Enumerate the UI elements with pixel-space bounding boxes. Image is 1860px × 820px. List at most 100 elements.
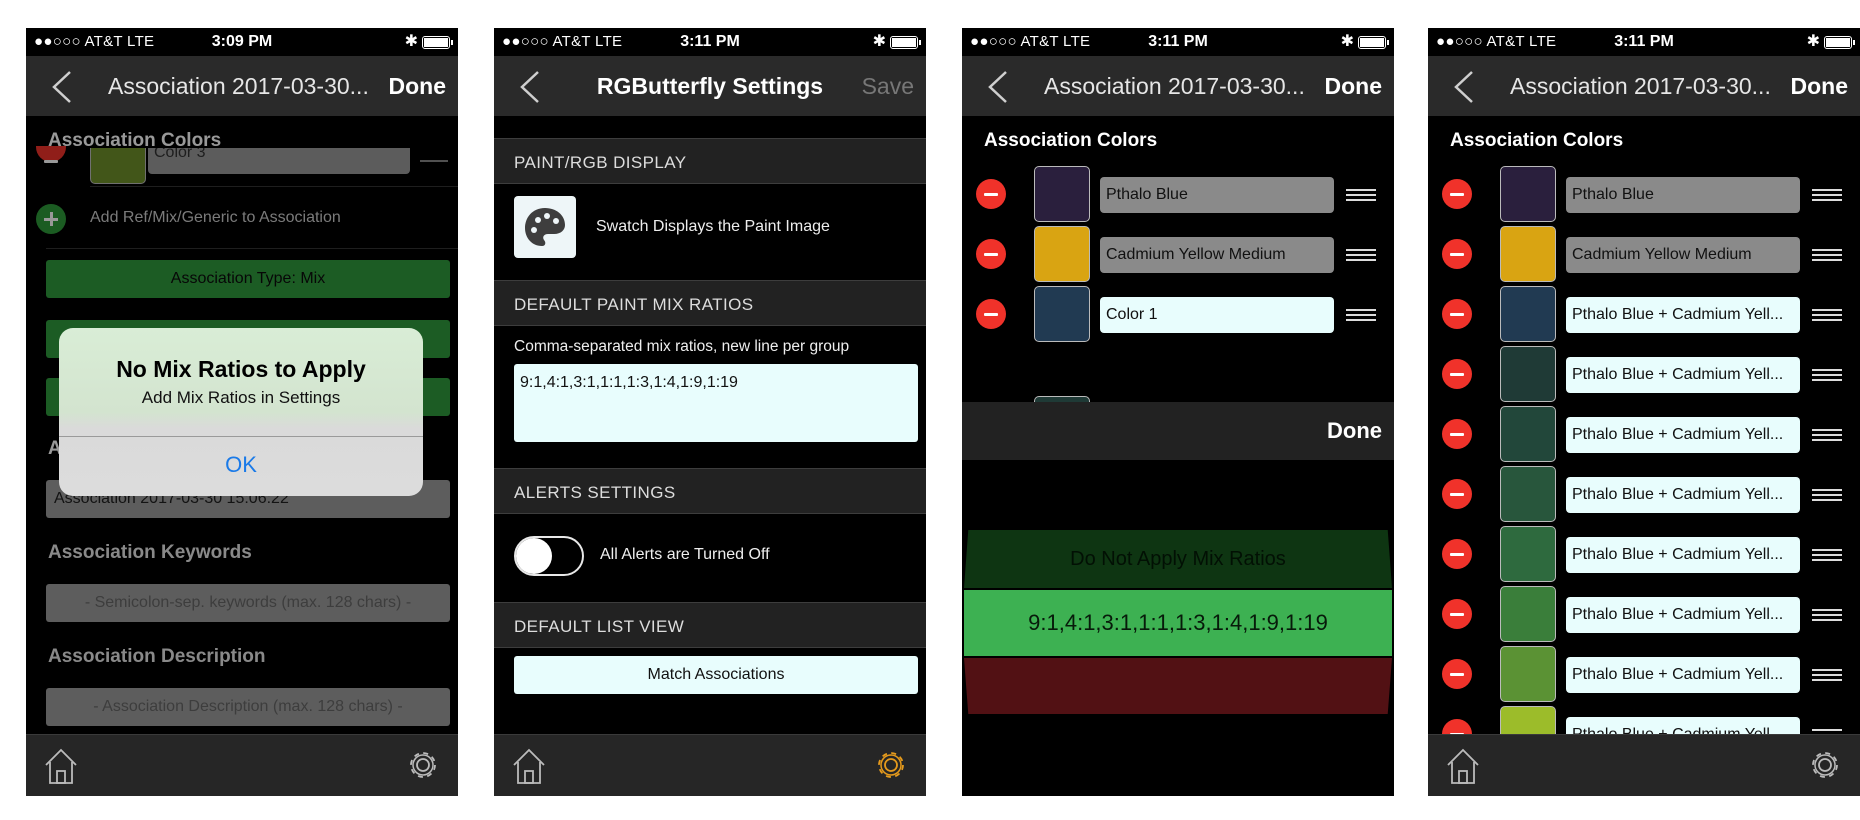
color-name-field[interactable]: Pthalo Blue — [1100, 177, 1334, 213]
color-name-field[interactable]: Cadmium Yellow Medium — [1100, 237, 1334, 273]
mix-ratios-hint: Comma-separated mix ratios, new line per… — [514, 338, 850, 355]
back-chevron-icon[interactable] — [48, 70, 78, 104]
color-swatch[interactable] — [1500, 286, 1556, 342]
back-chevron-icon[interactable] — [984, 70, 1014, 104]
reorder-handle-icon[interactable] — [1812, 609, 1842, 621]
color-name-field[interactable]: Pthalo Blue + Cadmium Yell... — [1566, 657, 1800, 693]
color-name-field[interactable]: Pthalo Blue + Cadmium Yell... — [1566, 417, 1800, 453]
alert-message: Add Mix Ratios in Settings — [141, 388, 341, 407]
color-swatch[interactable] — [1034, 286, 1090, 342]
list-view-button[interactable]: Match Associations — [514, 656, 918, 694]
tab-bar — [494, 734, 926, 796]
color-swatch[interactable] — [1500, 226, 1556, 282]
nav-title: Association 2017-03-30... — [108, 73, 369, 99]
color-row: Pthalo Blue — [1428, 166, 1860, 224]
alerts-toggle[interactable] — [514, 536, 584, 576]
color-row: Pthalo Blue + Cadmium Yell... — [1428, 466, 1860, 524]
done-button[interactable]: Done — [1791, 73, 1849, 100]
phone-screen-1: ●●○○○ AT&T LTE 3:09 PM ✱ Association 201… — [26, 28, 458, 796]
color-swatch[interactable] — [1500, 586, 1556, 642]
swatch-display-toggle[interactable] — [514, 196, 576, 258]
tab-bar — [26, 734, 458, 796]
swatch-display-label: Swatch Displays the Paint Image — [596, 218, 830, 235]
reorder-handle-icon[interactable] — [1346, 249, 1376, 261]
home-icon[interactable] — [512, 747, 546, 785]
battery-icon — [1824, 36, 1855, 49]
bluetooth-icon: ✱ — [1806, 33, 1820, 50]
delete-icon[interactable] — [1442, 179, 1472, 209]
alert-title: No Mix Ratios to Apply — [116, 356, 366, 382]
color-name-field[interactable]: Pthalo Blue + Cadmium Yell... — [1566, 537, 1800, 573]
reorder-handle-icon[interactable] — [1812, 429, 1842, 441]
picker-option-no-mix[interactable]: Do Not Apply Mix Ratios — [964, 530, 1392, 588]
picker-done-button[interactable]: Done — [1327, 418, 1382, 444]
color-swatch[interactable] — [1500, 406, 1556, 462]
delete-icon[interactable] — [1442, 659, 1472, 689]
color-row: Pthalo Blue + Cadmium Yell... — [1428, 526, 1860, 584]
color-name-field[interactable]: Pthalo Blue — [1566, 177, 1800, 213]
delete-icon[interactable] — [976, 299, 1006, 329]
color-swatch[interactable] — [1034, 166, 1090, 222]
delete-icon[interactable] — [1442, 299, 1472, 329]
color-row: Pthalo Blue — [962, 166, 1394, 224]
section-header-label: PAINT/RGB DISPLAY — [514, 153, 687, 172]
reorder-handle-icon[interactable] — [1346, 309, 1376, 321]
color-swatch[interactable] — [1034, 226, 1090, 282]
reorder-handle-icon[interactable] — [1812, 489, 1842, 501]
gear-icon[interactable] — [404, 746, 442, 784]
color-swatch[interactable] — [1500, 466, 1556, 522]
delete-icon[interactable] — [1442, 419, 1472, 449]
home-icon[interactable] — [1446, 747, 1480, 785]
color-name-field[interactable]: Pthalo Blue + Cadmium Yell... — [1566, 477, 1800, 513]
color-row: Cadmium Yellow Medium — [1428, 226, 1860, 284]
gear-icon[interactable] — [872, 746, 910, 784]
delete-icon[interactable] — [1442, 359, 1472, 389]
battery-icon — [422, 36, 453, 49]
delete-icon[interactable] — [976, 179, 1006, 209]
color-name-field[interactable]: Cadmium Yellow Medium — [1566, 237, 1800, 273]
color-name-field[interactable]: Pthalo Blue + Cadmium Yell... — [1566, 357, 1800, 393]
section-header-paint: PAINT/RGB DISPLAY — [494, 138, 926, 184]
save-button[interactable]: Save — [862, 73, 914, 100]
back-chevron-icon[interactable] — [1450, 70, 1480, 104]
delete-icon[interactable] — [1442, 479, 1472, 509]
mix-ratios-textarea[interactable]: 9:1,4:1,3:1,1:1,1:3,1:4,1:9,1:19 — [514, 364, 918, 442]
reorder-handle-icon[interactable] — [1812, 309, 1842, 321]
gear-icon[interactable] — [1806, 746, 1844, 784]
clock: 3:09 PM — [211, 33, 273, 50]
color-swatch[interactable] — [1500, 346, 1556, 402]
tab-bar — [1428, 734, 1860, 796]
reorder-handle-icon[interactable] — [1812, 369, 1842, 381]
color-row: Pthalo Blue + Cadmium Yell... — [1428, 586, 1860, 644]
reorder-handle-icon[interactable] — [1812, 549, 1842, 561]
color-swatch[interactable] — [1500, 166, 1556, 222]
home-icon[interactable] — [44, 747, 78, 785]
reorder-handle-icon[interactable] — [1812, 669, 1842, 681]
done-button[interactable]: Done — [389, 73, 447, 100]
picker-toolbar: Done — [962, 402, 1394, 460]
reorder-handle-icon[interactable] — [1812, 189, 1842, 201]
color-swatch[interactable] — [1500, 526, 1556, 582]
picker-option-selected[interactable]: 9:1,4:1,3:1,1:1,1:3,1:4,1:9,1:19 — [964, 590, 1392, 656]
color-swatch[interactable] — [1500, 646, 1556, 702]
delete-icon[interactable] — [1442, 599, 1472, 629]
status-bar: ●●○○○ AT&T LTE 3:11 PM ✱ — [1428, 28, 1860, 56]
reorder-handle-icon[interactable] — [1346, 189, 1376, 201]
color-name-field[interactable]: Pthalo Blue + Cadmium Yell... — [1566, 597, 1800, 633]
reorder-handle-icon[interactable] — [1812, 249, 1842, 261]
picker-option-empty[interactable] — [964, 658, 1392, 714]
color-name-field[interactable]: Pthalo Blue + Cadmium Yell... — [1566, 297, 1800, 333]
phone-screen-4: ●●○○○ AT&T LTE 3:11 PM ✱ Association 201… — [1428, 28, 1860, 796]
color-row: Pthalo Blue + Cadmium Yell... — [1428, 346, 1860, 404]
section-header-alerts: ALERTS SETTINGS — [494, 468, 926, 514]
status-bar: ●●○○○ AT&T LTE 3:11 PM ✱ — [494, 28, 926, 56]
delete-icon[interactable] — [1442, 239, 1472, 269]
nav-bar: Association 2017-03-30... Done — [1428, 56, 1860, 116]
color-name-field[interactable]: Color 1 — [1100, 297, 1334, 333]
delete-icon[interactable] — [976, 239, 1006, 269]
alert-ok-button[interactable]: OK — [59, 452, 423, 478]
phone-screen-3: ●●○○○ AT&T LTE 3:11 PM ✱ Association 201… — [962, 28, 1394, 796]
color-row: Pthalo Blue + Cadmium Yell... — [1428, 646, 1860, 704]
delete-icon[interactable] — [1442, 539, 1472, 569]
done-button[interactable]: Done — [1325, 73, 1383, 100]
